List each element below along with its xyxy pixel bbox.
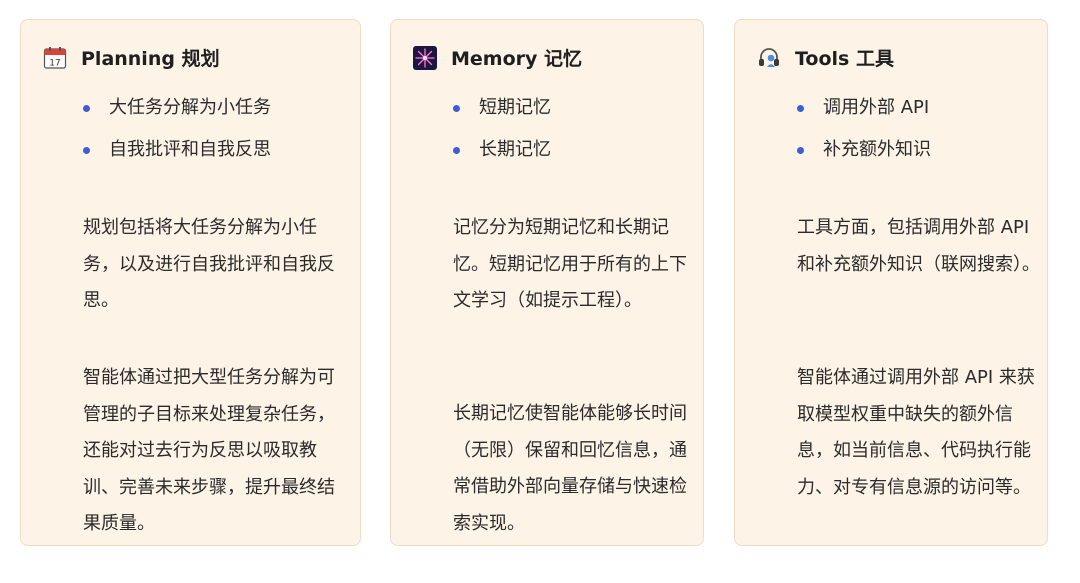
card-header: 17 Planning 规划 — [43, 44, 220, 71]
headset-icon — [757, 46, 781, 70]
card-title: Planning 规划 — [81, 48, 220, 70]
card-paragraph: 智能体通过把大型任务分解为可管理的子目标来处理复杂任务，还能对过去行为反思以吸取… — [83, 367, 335, 534]
fireworks-icon — [413, 45, 437, 70]
list-item: 长期记忆 — [453, 129, 551, 171]
card-paragraph: 记忆分为短期记忆和长期记忆。短期记忆用于所有的上下文学习（如提示工程）。 — [453, 217, 687, 311]
card-header: Memory 记忆 — [413, 44, 582, 71]
card-paragraph: 规划包括将大任务分解为小任务，以及进行自我批评和自我反思。 — [83, 217, 335, 311]
memory-card: Memory 记忆 短期记忆 长期记忆 记忆分为短期记忆和长期记忆。短期记忆用于… — [390, 19, 704, 546]
planning-card: 17 Planning 规划 大任务分解为小任务 自我批评和自我反思 规划包括将… — [20, 19, 361, 546]
list-item: 自我批评和自我反思 — [83, 129, 271, 171]
list-item: 补充额外知识 — [797, 129, 931, 171]
bullet-list: 调用外部 API 补充额外知识 — [797, 87, 931, 171]
calendar-icon: 17 — [43, 46, 67, 70]
card-title: Memory 记忆 — [451, 48, 583, 70]
tools-card: Tools 工具 调用外部 API 补充额外知识 工具方面，包括调用外部 API… — [734, 19, 1048, 546]
card-paragraph: 工具方面，包括调用外部 API 和补充额外知识（联网搜索）。 — [797, 217, 1040, 275]
card-paragraph: 智能体通过调用外部 API 来获取模型权重中缺失的额外信息，如当前信息、代码执行… — [797, 367, 1035, 498]
card-paragraph: 长期记忆使智能体能够长时间（无限）保留和回忆信息，通常借助外部向量存储与快速检索… — [453, 403, 687, 534]
card-title: Tools 工具 — [795, 48, 894, 70]
list-item: 调用外部 API — [797, 87, 931, 129]
list-item: 大任务分解为小任务 — [83, 87, 271, 129]
card-header: Tools 工具 — [757, 44, 894, 71]
bullet-list: 大任务分解为小任务 自我批评和自我反思 — [83, 87, 271, 171]
list-item: 短期记忆 — [453, 87, 551, 129]
bullet-list: 短期记忆 长期记忆 — [453, 87, 551, 171]
svg-text:17: 17 — [49, 58, 60, 68]
